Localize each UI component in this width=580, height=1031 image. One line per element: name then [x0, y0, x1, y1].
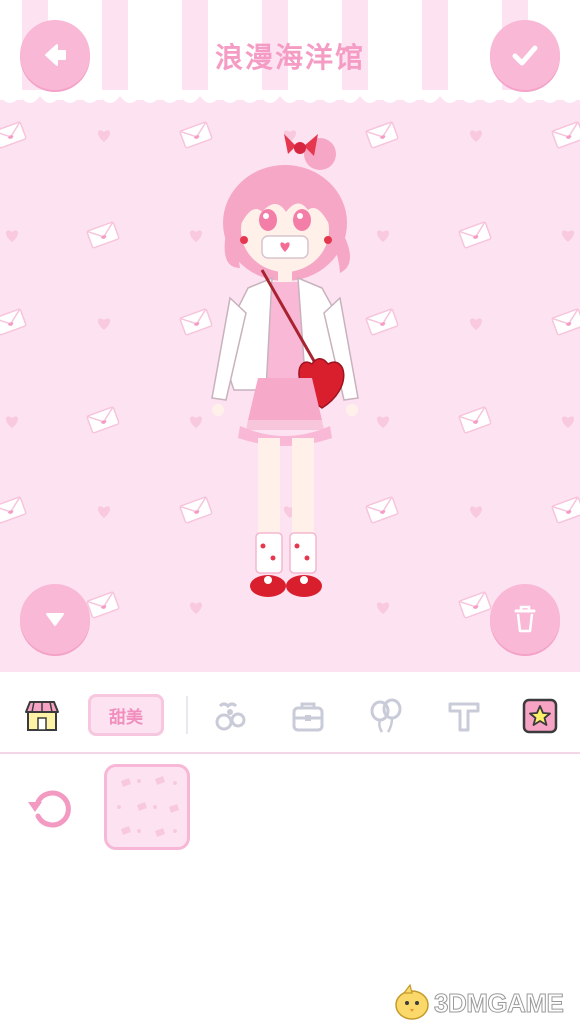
- delete-button[interactable]: [490, 584, 560, 654]
- tab-divider: [186, 696, 188, 734]
- dressup-stage: 浪漫海洋馆: [0, 0, 580, 672]
- tab-shop[interactable]: [20, 694, 64, 738]
- category-tabbar: 甜美: [0, 672, 580, 754]
- envelope-pattern-thumbnail: [117, 776, 179, 837]
- arrow-left-icon: [45, 44, 66, 66]
- balloon-icon: [370, 698, 402, 733]
- tab-sweet[interactable]: 甜美: [88, 694, 164, 736]
- watermark-text: 3DMGAME: [433, 987, 564, 1018]
- tab-favorites[interactable]: [518, 694, 562, 738]
- tab-balloon[interactable]: [364, 694, 408, 738]
- confirm-button[interactable]: [490, 20, 560, 90]
- watermark-mascot: [395, 983, 429, 1020]
- collapse-button[interactable]: [20, 584, 90, 654]
- watermark: 3DMGAME: [390, 980, 564, 1026]
- tab-text[interactable]: [442, 694, 486, 738]
- reset-button[interactable]: [24, 780, 80, 836]
- shop-icon: [25, 701, 59, 731]
- bag-icon: [292, 702, 324, 732]
- wardrobe-panel: 甜美: [0, 672, 580, 1031]
- tab-accessory[interactable]: [208, 694, 252, 738]
- text-icon: [448, 702, 480, 732]
- triangle-down-icon: [46, 613, 64, 626]
- trash-icon: [514, 605, 536, 633]
- accessory-icon: [215, 702, 246, 731]
- checkmark-icon: [512, 45, 538, 66]
- tab-bag[interactable]: [286, 694, 330, 738]
- star-icon: [522, 698, 558, 734]
- character-avatar[interactable]: [200, 128, 380, 618]
- refresh-icon: [28, 790, 71, 828]
- background-option[interactable]: [104, 764, 190, 850]
- back-button[interactable]: [20, 20, 90, 90]
- page-title: 浪漫海洋馆: [214, 41, 365, 74]
